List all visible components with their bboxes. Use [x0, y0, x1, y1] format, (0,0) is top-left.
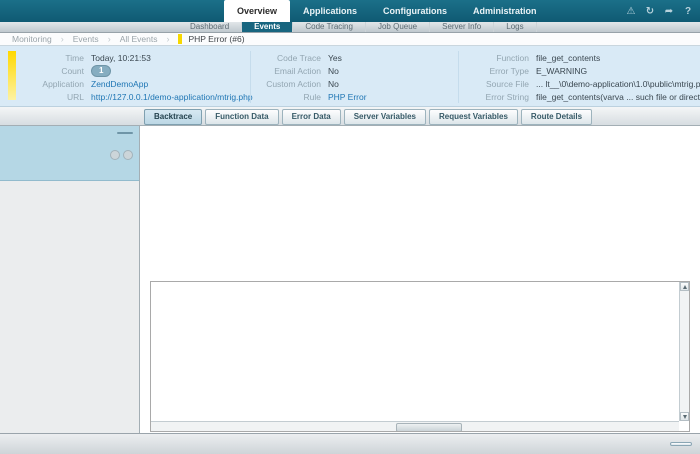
tab-route-details[interactable]: Route Details — [521, 109, 592, 125]
event-fields-column-3: Function file_get_contents Error Type E_WAR… — [458, 51, 700, 103]
event-field-email-action: Email Action No — [255, 64, 455, 77]
server-item-actions — [107, 150, 133, 160]
servers-list-panel — [0, 126, 140, 433]
field-value: file_get_contents(varva ... such file or… — [536, 92, 700, 102]
code-vertical-scrollbar[interactable] — [679, 282, 689, 421]
subnav-item-server-info[interactable]: Server Info — [430, 22, 494, 32]
field-label: Email Action — [255, 66, 321, 76]
event-field-application: Application ZendDemoApp — [22, 77, 247, 90]
top-tab-applications[interactable]: Applications — [290, 0, 370, 22]
event-field-count: Count 1 — [22, 64, 247, 77]
field-label: Code Trace — [255, 53, 321, 63]
main-nav-tabs: OverviewApplicationsConfigurationsAdmini… — [224, 0, 550, 22]
tab-request-variables[interactable]: Request Variables — [429, 109, 518, 125]
breadcrumb-item-monitoring[interactable]: Monitoring — [12, 34, 52, 44]
settings-button[interactable] — [670, 442, 692, 446]
subnav-item-dashboard[interactable]: Dashboard — [178, 22, 242, 32]
field-value: ... lt__\0\demo-application\1.0\public\m… — [536, 79, 700, 89]
details-header-bar: BacktraceFunction DataError DataServer V… — [0, 107, 700, 126]
status-dot-icon[interactable] — [123, 150, 133, 160]
top-tab-overview[interactable]: Overview — [224, 0, 290, 22]
scroll-up-icon[interactable] — [680, 282, 689, 291]
status-dot-icon[interactable] — [110, 150, 120, 160]
field-label: Rule — [255, 92, 321, 102]
subnav-item-logs[interactable]: Logs — [494, 22, 536, 32]
top-tab-administration[interactable]: Administration — [460, 0, 550, 22]
breadcrumb-item-php-error-6: PHP Error (#6) — [178, 34, 244, 44]
field-label: Count — [22, 66, 84, 76]
breadcrumb-separator-icon: › — [108, 34, 111, 44]
field-label: Error String — [463, 92, 529, 102]
top-right-area: ⚠ ↻ ➦? — [607, 0, 694, 22]
field-value: E_WARNING — [536, 66, 587, 76]
event-field-time: Time Today, 10:21:53 — [22, 51, 247, 64]
field-label: Error Type — [463, 66, 529, 76]
tab-error-data[interactable]: Error Data — [282, 109, 341, 125]
server-list-item-selected[interactable] — [0, 126, 139, 181]
backtrace-tab-panel — [141, 126, 700, 433]
tab-function-data[interactable]: Function Data — [205, 109, 278, 125]
field-value: file_get_contents — [536, 53, 600, 63]
top-tab-configurations[interactable]: Configurations — [370, 0, 460, 22]
event-field-function: Function file_get_contents — [463, 51, 700, 64]
zend-server-window: { "colors":{"accent_teal":"#17657f","sev… — [0, 0, 700, 454]
code-lines — [151, 283, 679, 421]
backtrace-section-header — [149, 129, 153, 139]
field-value: No — [328, 66, 339, 76]
field-label: URL — [22, 92, 84, 102]
field-label: Source File — [463, 79, 529, 89]
event-field-code-trace: Code Trace Yes — [255, 51, 455, 64]
subnav-item-events[interactable]: Events — [242, 22, 293, 32]
event-fields-column-2: Code TraceYesEmail ActionNoCustom Action… — [250, 51, 455, 103]
sub-navbar: DashboardEventsCode TracingJob QueueServ… — [0, 22, 700, 33]
event-field-error-type: Error Type E_WARNING — [463, 64, 700, 77]
severity-warning-bar — [8, 51, 16, 100]
logout-icon[interactable]: ➦ — [663, 6, 675, 17]
zend-server-logo — [10, 0, 14, 22]
server-event-count-badge — [117, 132, 133, 134]
event-severity-marker — [178, 34, 182, 44]
field-value-link[interactable]: ZendDemoApp — [91, 79, 148, 89]
tab-server-variables[interactable]: Server Variables — [344, 109, 426, 125]
top-navbar: OverviewApplicationsConfigurationsAdmini… — [0, 0, 700, 22]
field-label: Custom Action — [255, 79, 321, 89]
event-field-url: URLhttp://127.0.0.1/demo-application/mtr… — [22, 90, 247, 103]
scrollbar-thumb[interactable] — [396, 423, 462, 432]
breadcrumb-item-events[interactable]: Events — [73, 34, 99, 44]
breadcrumb-separator-icon: › — [61, 34, 64, 44]
breadcrumb: Monitoring › Events › All Events › PHP Error (… — [0, 33, 700, 46]
alerts-icon[interactable]: ⚠ — [625, 6, 637, 17]
field-value-link[interactable]: PHP Error — [328, 92, 367, 102]
event-field-error-string: Error String file_get_contents(varva ... … — [463, 90, 700, 103]
scroll-down-icon[interactable] — [680, 412, 689, 421]
field-label: Application — [22, 79, 84, 89]
field-value: Yes — [328, 53, 342, 63]
top-icons: ⚠ ↻ ➦? — [625, 6, 694, 17]
refresh-icon[interactable]: ↻ — [644, 6, 656, 17]
event-field-rule: Rule PHP Error — [255, 90, 455, 103]
field-value-link[interactable]: http://127.0.0.1/demo-application/mtrig.… — [91, 92, 253, 102]
source-code-viewer — [150, 281, 690, 432]
event-field-custom-action: Custom Action No — [255, 77, 455, 90]
code-horizontal-scrollbar[interactable] — [151, 421, 679, 431]
breadcrumb-separator-icon: › — [166, 34, 169, 44]
breadcrumb-item-all-events[interactable]: All Events — [120, 34, 158, 44]
field-label: Time — [22, 53, 84, 63]
event-summary-panel: Time Today, 10:21:53 Count 1 Application Zend… — [0, 46, 700, 107]
subnav-item-code-tracing[interactable]: Code Tracing — [293, 22, 366, 32]
field-label: Function — [463, 53, 529, 63]
field-value: Today, 10:21:53 — [91, 53, 151, 63]
event-fields-column-1: Time Today, 10:21:53 Count 1 Application Zend… — [22, 51, 247, 103]
event-detail-tabs: BacktraceFunction DataError DataServer V… — [144, 109, 592, 125]
event-field-source-file: Source File ... lt__\0\demo-application\1… — [463, 77, 700, 90]
diagnostics-toolbar — [0, 433, 700, 454]
tab-backtrace[interactable]: Backtrace — [144, 109, 202, 125]
help-icon[interactable]: ? — [682, 6, 694, 17]
subnav-item-job-queue[interactable]: Job Queue — [366, 22, 430, 32]
field-value: No — [328, 79, 339, 89]
count-badge: 1 — [91, 65, 111, 77]
